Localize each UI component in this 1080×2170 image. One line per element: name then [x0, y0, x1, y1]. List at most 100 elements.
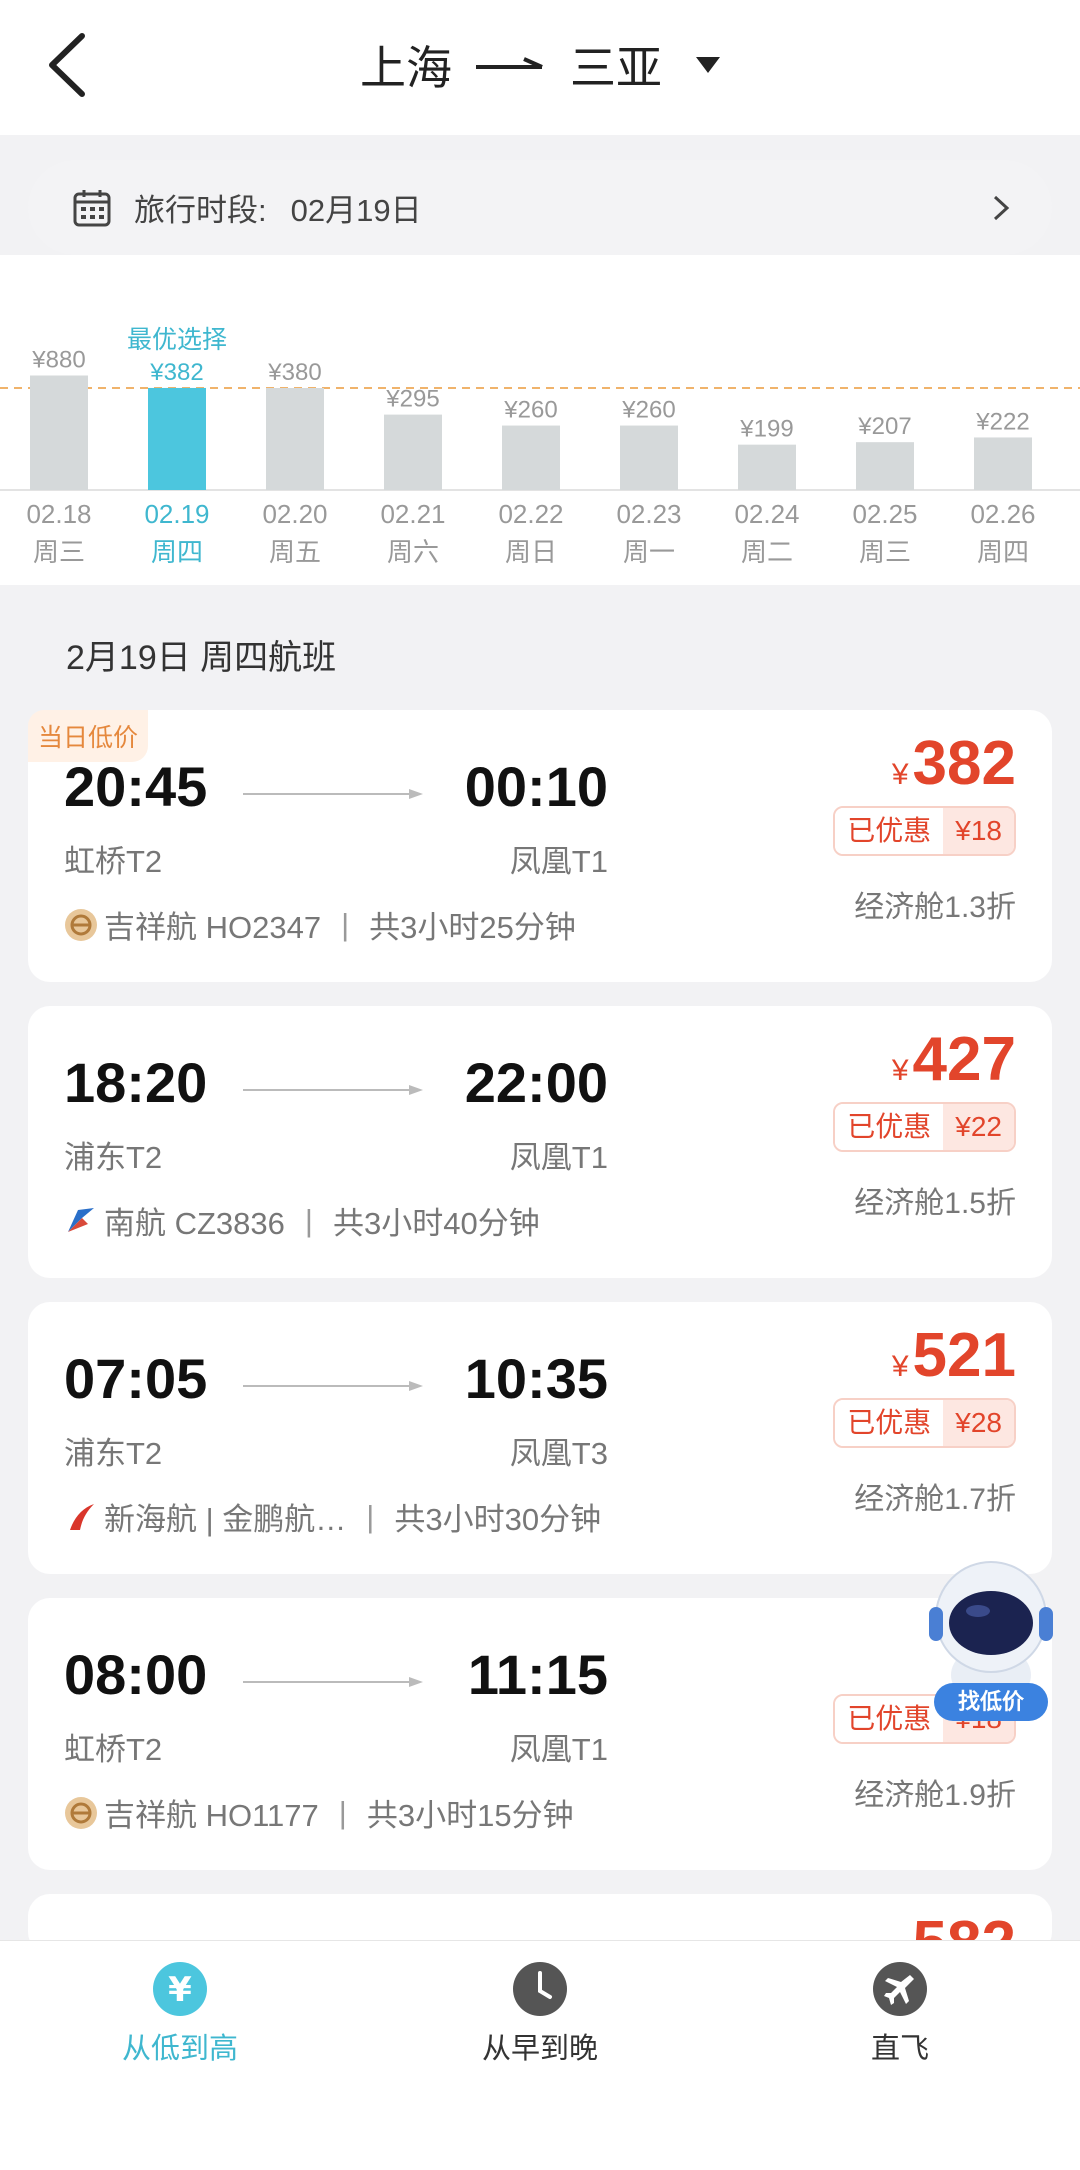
flight-card[interactable]: 08:00 11:15 虹桥T2 凤凰T1 吉祥航 HO1177 | 共3小时1… [28, 1598, 1052, 1870]
discount-label: 已优惠 [835, 1104, 944, 1150]
separator: | [304, 1202, 313, 1238]
flight-card[interactable]: 07:05 10:35 浦东T2 凤凰T3 新海航 | 金鹏航… | 共3小时3… [28, 1302, 1052, 1574]
price-bar [384, 414, 442, 490]
price-value: 382 [912, 729, 1016, 798]
discount-amount: ¥18 [943, 808, 1014, 854]
plane-icon [873, 1962, 927, 2016]
route-arrow-icon [476, 57, 543, 69]
discount-amount: ¥28 [943, 1400, 1014, 1446]
price-chart-svg: ¥880 02.18 周三 ¥382 最优选择 02.19 周四 ¥380 02.20 周五 ¥29… [0, 326, 1080, 567]
arrival-time: 22:00 [464, 1051, 608, 1114]
date-tick-label: 02.19 [144, 499, 209, 529]
china-southern-logo-icon [68, 1207, 94, 1232]
origin-city: 上海 [360, 42, 452, 94]
airline-flight-no: 新海航 | 金鹏航… [104, 1502, 347, 1537]
airline-flight-no: 南航 CZ3836 [104, 1206, 285, 1241]
arrival-time: 11:15 [467, 1643, 608, 1706]
tab-direct-flight[interactable]: 直飞 [780, 1961, 1020, 2067]
juneyao-logo-icon [65, 1796, 97, 1829]
svg-text:¥: ¥ [168, 1970, 192, 2010]
departure-airport: 浦东T2 [64, 1436, 163, 1471]
flight-arrow-icon [243, 1085, 423, 1095]
departure-airport: 虹桥T2 [64, 1732, 163, 1767]
weekday-tick-label: 周三 [859, 537, 911, 567]
price-bar [738, 444, 796, 490]
travel-period-selector[interactable]: 旅行时段: 02月19日 [28, 160, 1052, 255]
flight-info: 新海航 | 金鹏航… | 共3小时30分钟 [64, 1494, 601, 1539]
date-tick-label: 02.26 [970, 499, 1035, 529]
weekday-tick-label: 周日 [505, 537, 557, 567]
tab-label: 从低到高 [121, 2033, 238, 2065]
yen-icon: ¥ [153, 1962, 207, 2016]
tab-time-early-to-late[interactable]: 从早到晚 [420, 1961, 660, 2067]
chevron-right-icon [993, 195, 1010, 221]
cabin-discount: 经济舱1.9折 [854, 1779, 1016, 1812]
find-low-price-label: 找低价 [958, 1690, 1025, 1715]
weekday-tick-label: 周一 [623, 537, 675, 567]
flight-card[interactable]: 当日低价 20:45 00:10 虹桥T2 凤凰T1 吉祥航 HO2347 | … [28, 710, 1052, 982]
price-bar [856, 442, 914, 490]
currency-symbol: ¥ [891, 1350, 909, 1383]
find-low-price-assistant[interactable]: 找低价 [916, 1555, 1066, 1725]
flight-duration: 共3小时15分钟 [366, 1798, 574, 1833]
route-selector[interactable]: 上海 三亚 [0, 30, 1080, 100]
flight-info: 南航 CZ3836 | 共3小时40分钟 [64, 1198, 540, 1243]
flight-duration: 共3小时40分钟 [332, 1206, 540, 1241]
price-bar [502, 425, 560, 490]
tab-price-low-to-high[interactable]: ¥ 从低到高 [60, 1961, 300, 2067]
weekday-tick-label: 周三 [33, 537, 85, 567]
calendar-icon [73, 189, 111, 226]
bar-value-label: ¥207 [857, 413, 911, 440]
tab-label: 从早到晚 [481, 2033, 598, 2065]
weekday-tick-label: 周五 [269, 537, 321, 567]
discount-badge[interactable]: 已优惠 ¥28 [833, 1398, 1016, 1448]
separator: | [341, 906, 350, 942]
arrival-airport: 凤凰T1 [509, 1732, 608, 1767]
cabin-discount: 经济舱1.3折 [854, 891, 1016, 924]
airline-flight-no: 吉祥航 HO2347 [104, 910, 322, 945]
caret-down-icon[interactable] [696, 57, 720, 73]
price-bar [974, 437, 1032, 490]
departure-airport: 浦东T2 [64, 1140, 163, 1175]
weekday-tick-label: 周六 [387, 537, 439, 567]
date-tick-label: 02.21 [380, 499, 445, 529]
date-tick-label: 02.23 [616, 499, 681, 529]
sort-bar: ¥ 从低到高 从早到晚 直飞 [0, 1940, 1080, 2170]
currency-symbol: ¥ [891, 758, 909, 791]
date-tick-label: 02.22 [498, 499, 563, 529]
date-tick-label: 02.24 [734, 499, 799, 529]
flight-duration: 共3小时25分钟 [369, 910, 576, 945]
flight-info: 吉祥航 HO1177 | 共3小时15分钟 [64, 1790, 574, 1835]
weekday-tick-label: 周二 [741, 537, 793, 567]
bar-value-label: ¥382 [149, 359, 203, 386]
arrival-time: 10:35 [464, 1347, 608, 1410]
airline-flight-no: 吉祥航 HO1177 [104, 1798, 319, 1833]
flight-duration: 共3小时30分钟 [394, 1502, 602, 1537]
discount-badge[interactable]: 已优惠¥18 [833, 806, 1016, 856]
header: 上海 三亚 [0, 0, 1080, 135]
period-label: 旅行时段: [134, 193, 267, 228]
discount-badge[interactable]: 已优惠 ¥22 [833, 1102, 1016, 1152]
separator: | [366, 1498, 375, 1534]
price-bar [266, 388, 324, 490]
bar-value-label: ¥222 [975, 408, 1029, 435]
price: ¥521 [892, 1320, 1016, 1391]
cabin-discount: 经济舱1.7折 [854, 1483, 1016, 1516]
date-tick-label: 02.18 [26, 499, 91, 529]
hainan-logo-icon [70, 1503, 94, 1530]
bar-value-label: ¥380 [267, 359, 321, 386]
date-tick-label: 02.20 [262, 499, 327, 529]
price: ¥427 [892, 1024, 1016, 1095]
period-value: 02月19日 [290, 193, 422, 228]
flight-card[interactable]: 18:20 22:00 浦东T2 凤凰T1 南航 CZ3836 | 共3小时40… [28, 1006, 1052, 1278]
cabin-discount: 经济舱1.5折 [854, 1187, 1016, 1220]
date-tick-label: 02.25 [852, 499, 917, 529]
discount-label: 已优惠 [835, 808, 944, 854]
bar-value-label: ¥260 [621, 397, 675, 424]
clock-icon [513, 1962, 567, 2016]
currency-symbol: ¥ [891, 1054, 909, 1087]
flight-arrow-icon [243, 1677, 423, 1687]
price-bar [30, 375, 88, 490]
flight-arrow-icon [243, 1381, 423, 1391]
bar-value-label: ¥880 [31, 347, 85, 374]
